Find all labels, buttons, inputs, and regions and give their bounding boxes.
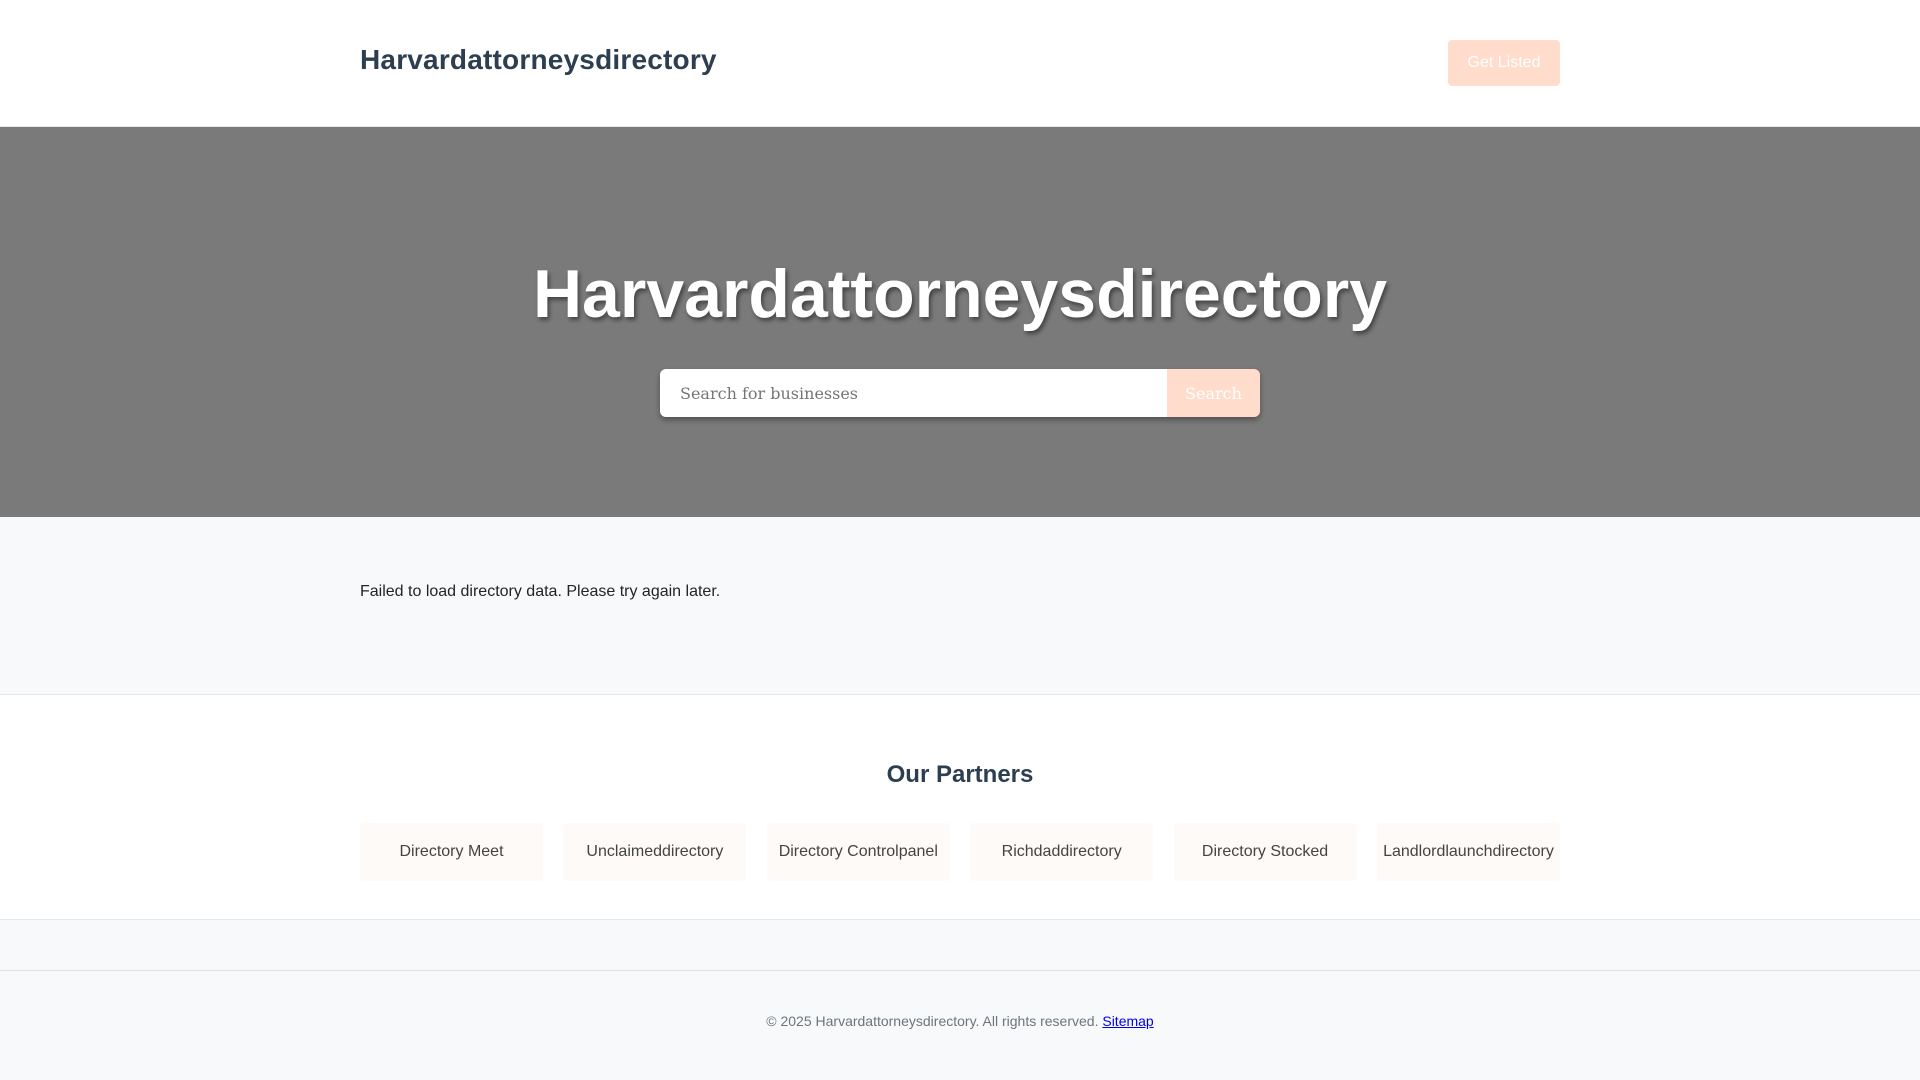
section-divider xyxy=(0,920,1920,971)
error-message: Failed to load directory data. Please tr… xyxy=(360,583,721,600)
partners-section: Our Partners Directory Meet Unclaimeddir… xyxy=(0,695,1920,920)
site-logo-text[interactable]: Harvardattorneysdirectory xyxy=(360,44,717,76)
site-header: Harvardattorneysdirectory Get Listed xyxy=(0,0,1920,127)
partner-link[interactable]: Unclaimeddirectory xyxy=(563,823,747,881)
search-form: Search xyxy=(660,369,1260,417)
search-button[interactable]: Search xyxy=(1167,369,1260,417)
copyright-text: © 2025 Harvardattorneysdirectory. All ri… xyxy=(766,1013,1099,1029)
get-listed-button[interactable]: Get Listed xyxy=(1448,40,1560,86)
site-footer: © 2025 Harvardattorneysdirectory. All ri… xyxy=(0,971,1920,1080)
directory-listing-section: Failed to load directory data. Please tr… xyxy=(0,517,1920,695)
search-input[interactable] xyxy=(660,369,1167,417)
partner-link[interactable]: Landlordlaunchdirectory xyxy=(1376,823,1560,881)
partners-heading: Our Partners xyxy=(886,761,1034,788)
partner-link[interactable]: Directory Controlpanel xyxy=(766,823,950,881)
sitemap-link[interactable]: Sitemap xyxy=(1102,1013,1153,1029)
hero-title: Harvardattorneysdirectory xyxy=(532,256,1388,332)
hero-section: Harvardattorneysdirectory Search xyxy=(0,127,1920,517)
partner-link[interactable]: Directory Meet xyxy=(360,823,543,881)
footer-text: © 2025 Harvardattorneysdirectory. All ri… xyxy=(0,1013,1920,1029)
partner-link[interactable]: Richdaddirectory xyxy=(970,823,1154,881)
partner-list: Directory Meet Unclaimeddirectory Direct… xyxy=(360,823,1560,881)
partner-link[interactable]: Directory Stocked xyxy=(1173,823,1357,881)
